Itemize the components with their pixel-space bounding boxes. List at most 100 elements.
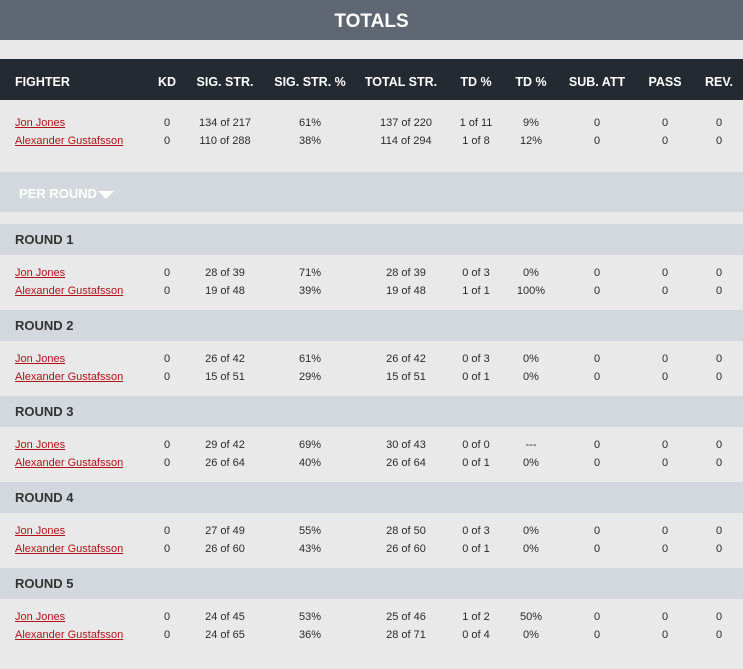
fighter-link[interactable]: Alexander Gustafsson [15, 543, 123, 555]
sig-str-pct-cell: 38% [298, 135, 322, 147]
pass-cell: 0 [661, 353, 669, 365]
fighter-link[interactable]: Jon Jones [15, 267, 65, 279]
header-td-pct: TD % [515, 75, 547, 89]
rev-cell: 0 [715, 457, 723, 469]
total-str-cell: 28 of 39 [386, 267, 426, 279]
td-pct-cell: 12% [519, 135, 543, 147]
header-total-str: TOTAL STR. [364, 75, 438, 89]
total-str-cell: 26 of 42 [386, 353, 426, 365]
sub-att-cell: 0 [593, 285, 601, 297]
total-str-cell: 26 of 60 [386, 543, 426, 555]
td-pct-cell: 0% [523, 371, 539, 383]
sub-att-cell: 0 [593, 117, 601, 129]
pass-cell: 0 [661, 457, 669, 469]
sig-str-pct-cell: 43% [298, 543, 322, 555]
rev-cell: 0 [715, 117, 723, 129]
fighter-link[interactable]: Jon Jones [15, 117, 65, 129]
total-str-cell: 28 of 50 [386, 525, 426, 537]
chevron-down-icon [98, 191, 114, 199]
header-pass: PASS [648, 75, 682, 89]
pass-cell: 0 [661, 117, 669, 129]
fighter-link[interactable]: Alexander Gustafsson [15, 457, 123, 469]
td-cell: 1 of 8 [462, 135, 490, 147]
td-pct-cell: 0% [523, 457, 539, 469]
td-cell: 1 of 1 [462, 285, 490, 297]
sig-str-pct-cell: 36% [298, 629, 322, 641]
sub-att-cell: 0 [593, 267, 601, 279]
total-str-cell: 137 of 220 [380, 117, 432, 129]
per-round-toggle[interactable]: PER ROUND [0, 172, 743, 212]
total-str-cell: 15 of 51 [386, 371, 426, 383]
sig-str-cell: 26 of 64 [205, 457, 245, 469]
td-cell: 0 of 0 [462, 439, 490, 451]
header-sig-str: SIG. STR. [196, 75, 254, 89]
sub-att-cell: 0 [593, 371, 601, 383]
rev-cell: 0 [715, 267, 723, 279]
fighter-link[interactable]: Alexander Gustafsson [15, 285, 123, 297]
round-label: ROUND 4 [15, 490, 74, 505]
rev-cell: 0 [715, 135, 723, 147]
fighter-link[interactable]: Jon Jones [15, 353, 65, 365]
kd-cell: 0 [163, 135, 171, 147]
sub-att-cell: 0 [593, 439, 601, 451]
td-cell: 0 of 4 [462, 629, 490, 641]
kd-cell: 0 [163, 629, 171, 641]
sig-str-cell: 24 of 45 [205, 611, 245, 623]
fighter-link[interactable]: Alexander Gustafsson [15, 135, 123, 147]
sig-str-cell: 26 of 60 [205, 543, 245, 555]
round-header: ROUND 5 [0, 568, 743, 599]
total-str-cell: 30 of 43 [386, 439, 426, 451]
rev-cell: 0 [715, 439, 723, 451]
rev-cell: 0 [715, 629, 723, 641]
td-pct-cell: 100% [516, 285, 546, 297]
page-title: TOTALS [0, 0, 743, 40]
fighter-link[interactable]: Jon Jones [15, 525, 65, 537]
fighter-link[interactable]: Alexander Gustafsson [15, 629, 123, 641]
total-str-cell: 26 of 64 [386, 457, 426, 469]
kd-cell: 0 [163, 457, 171, 469]
sig-str-cell: 110 of 288 [199, 135, 251, 147]
header-td: TD % [460, 75, 492, 89]
header-sig-str-pct: SIG. STR. % [274, 75, 346, 89]
sub-att-cell: 0 [593, 457, 601, 469]
round-label: ROUND 5 [15, 576, 74, 591]
sig-str-pct-cell: 39% [298, 285, 322, 297]
kd-cell: 0 [163, 611, 171, 623]
fighter-link[interactable]: Jon Jones [15, 611, 65, 623]
td-pct-cell: --- [525, 439, 537, 451]
sig-str-pct-cell: 69% [298, 439, 322, 451]
rev-cell: 0 [715, 353, 723, 365]
pass-cell: 0 [661, 525, 669, 537]
sub-att-cell: 0 [593, 353, 601, 365]
total-str-cell: 19 of 48 [386, 285, 426, 297]
td-cell: 1 of 2 [462, 611, 490, 623]
kd-cell: 0 [163, 371, 171, 383]
sig-str-cell: 19 of 48 [205, 285, 245, 297]
td-pct-cell: 0% [523, 543, 539, 555]
header-sub-att: SUB. ATT [568, 75, 626, 89]
td-pct-cell: 0% [523, 629, 539, 641]
td-cell: 0 of 3 [462, 525, 490, 537]
sig-str-cell: 28 of 39 [205, 267, 245, 279]
sig-str-cell: 24 of 65 [205, 629, 245, 641]
sig-str-pct-cell: 71% [298, 267, 322, 279]
kd-cell: 0 [163, 525, 171, 537]
sig-str-pct-cell: 40% [298, 457, 322, 469]
fighter-link[interactable]: Jon Jones [15, 439, 65, 451]
header-fighter: FIGHTER [15, 75, 70, 89]
kd-cell: 0 [163, 543, 171, 555]
pass-cell: 0 [661, 439, 669, 451]
td-cell: 0 of 1 [462, 371, 490, 383]
fighter-link[interactable]: Alexander Gustafsson [15, 371, 123, 383]
kd-cell: 0 [163, 439, 171, 451]
pass-cell: 0 [661, 267, 669, 279]
pass-cell: 0 [661, 543, 669, 555]
header-rev: REV. [704, 75, 734, 89]
sig-str-pct-cell: 29% [298, 371, 322, 383]
round-label: ROUND 3 [15, 404, 74, 419]
pass-cell: 0 [661, 285, 669, 297]
sig-str-pct-cell: 55% [298, 525, 322, 537]
sig-str-cell: 15 of 51 [205, 371, 245, 383]
rev-cell: 0 [715, 285, 723, 297]
rev-cell: 0 [715, 525, 723, 537]
